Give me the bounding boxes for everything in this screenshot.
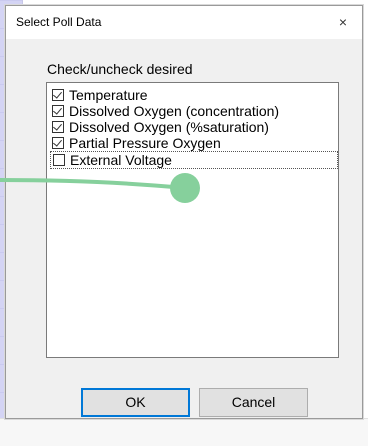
close-icon[interactable]: × <box>330 10 356 34</box>
background-bottom-strip <box>0 418 368 446</box>
list-item-label: External Voltage <box>70 152 172 168</box>
list-item-label: Dissolved Oxygen (%saturation) <box>69 119 269 135</box>
list-item-label: Partial Pressure Oxygen <box>69 135 221 151</box>
dialog-titlebar: Select Poll Data × <box>6 6 362 39</box>
select-poll-data-dialog: Select Poll Data × Check/uncheck desired… <box>5 5 363 419</box>
list-item-external-voltage[interactable]: External Voltage <box>50 151 338 169</box>
checkbox-icon[interactable] <box>52 137 64 149</box>
cancel-button[interactable]: Cancel <box>199 388 308 417</box>
checkmark-icon <box>53 89 62 99</box>
list-item-label: Temperature <box>69 87 148 103</box>
checkbox-icon[interactable] <box>52 121 64 133</box>
checkmark-icon <box>53 105 62 115</box>
checkmark-icon <box>53 121 62 131</box>
instruction-label: Check/uncheck desired <box>47 61 193 77</box>
poll-data-checklist[interactable]: Temperature Dissolved Oxygen (concentrat… <box>46 82 339 358</box>
ok-button[interactable]: OK <box>81 388 190 417</box>
checkbox-icon[interactable] <box>52 105 64 117</box>
checkmark-icon <box>53 137 62 147</box>
checkbox-icon[interactable] <box>53 154 65 166</box>
dialog-title: Select Poll Data <box>16 15 102 29</box>
list-item-label: Dissolved Oxygen (concentration) <box>69 103 280 119</box>
checkbox-icon[interactable] <box>52 89 64 101</box>
